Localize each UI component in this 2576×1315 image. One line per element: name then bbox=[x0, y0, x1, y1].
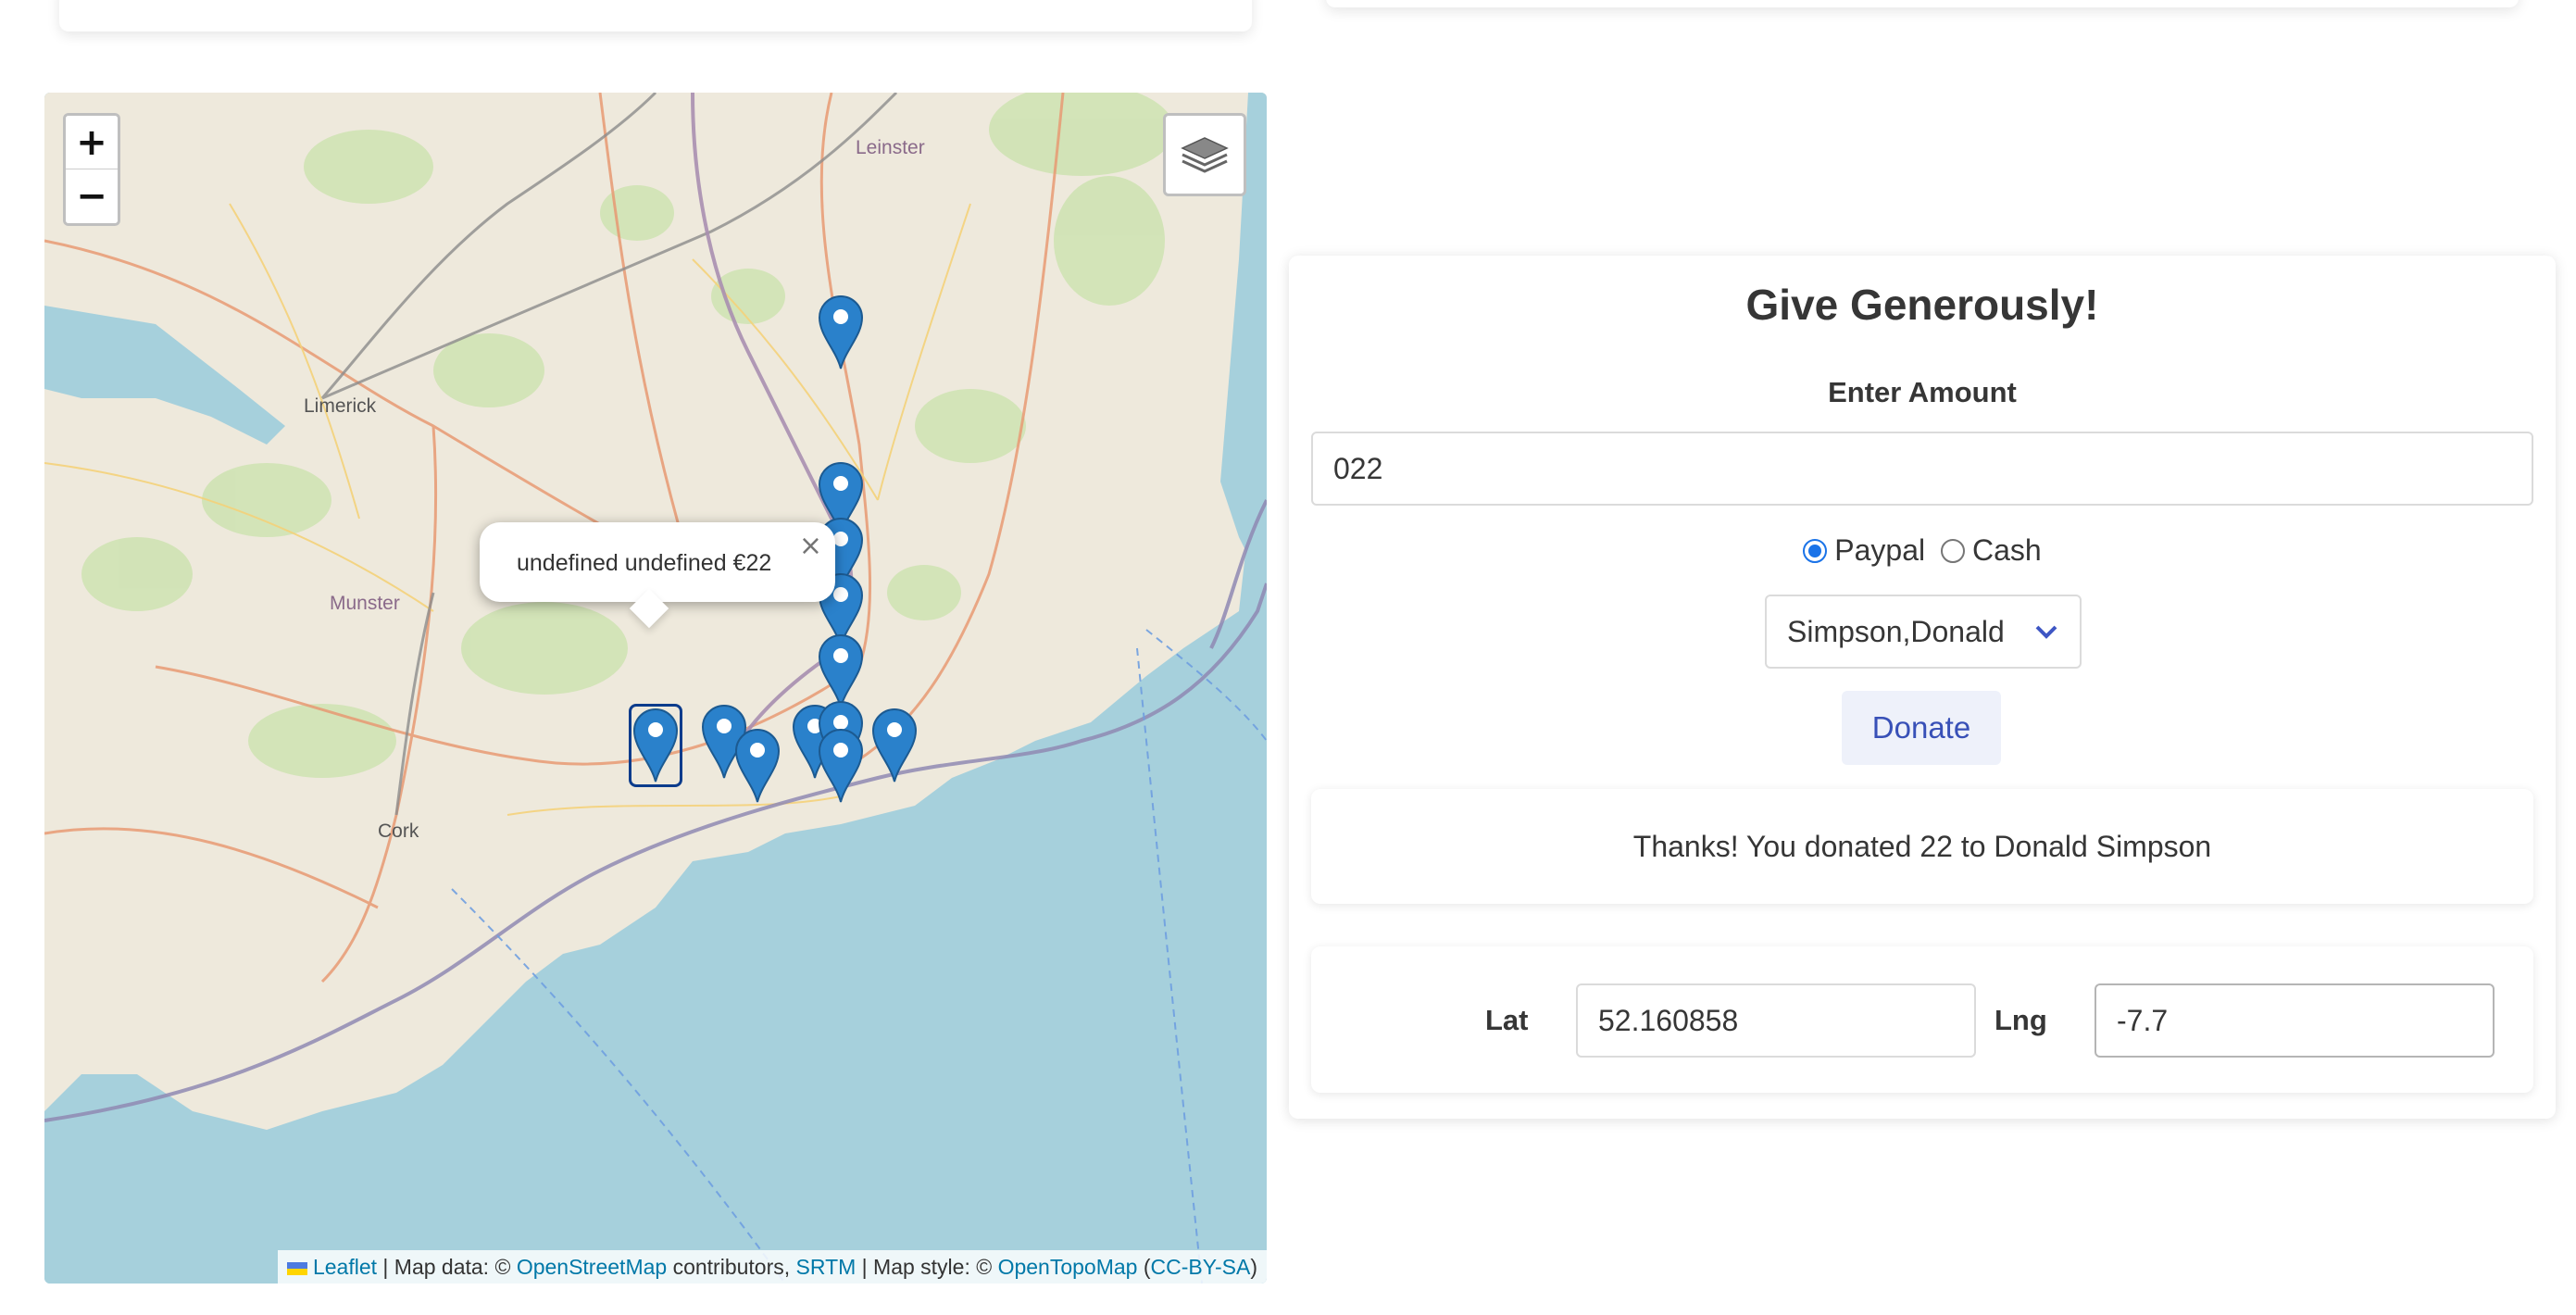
payment-method-group: Paypal Cash bbox=[1289, 533, 2556, 570]
radio-cash[interactable] bbox=[1941, 538, 1966, 563]
map-marker[interactable] bbox=[871, 708, 918, 783]
lng-input[interactable] bbox=[2095, 983, 2495, 1058]
ukraine-flag-icon bbox=[286, 1261, 307, 1275]
place-label-cork: Cork bbox=[378, 820, 419, 842]
map-pin-icon bbox=[818, 634, 864, 708]
map-pin-icon bbox=[818, 295, 864, 369]
layers-icon bbox=[1181, 137, 1229, 173]
coordinates-box: Lat Lng bbox=[1311, 946, 2533, 1093]
attribution-text-4: ( bbox=[1137, 1255, 1151, 1279]
osm-link[interactable]: OpenStreetMap bbox=[517, 1255, 667, 1279]
top-card-right bbox=[1326, 0, 2519, 7]
thanks-message: Thanks! You donated 22 to Donald Simpson bbox=[1311, 789, 2533, 904]
map-tiles: Limerick Munster Cork Leinster bbox=[44, 93, 1267, 1284]
amount-label: Enter Amount bbox=[1828, 376, 2017, 408]
radio-paypal[interactable] bbox=[1803, 538, 1828, 563]
zoom-in-button[interactable]: + bbox=[66, 116, 118, 169]
top-card-left bbox=[59, 0, 1252, 31]
popup-close-button[interactable]: × bbox=[799, 530, 822, 562]
zoom-out-button[interactable]: − bbox=[66, 169, 118, 223]
opentopomap-link[interactable]: OpenTopoMap bbox=[998, 1255, 1138, 1279]
popup-content: undefined undefined €22 bbox=[517, 550, 772, 576]
lat-label: Lat bbox=[1485, 1004, 1529, 1036]
map-pin-icon bbox=[734, 729, 781, 803]
payment-option-label: Cash bbox=[1972, 533, 2042, 567]
cc-by-sa-link[interactable]: CC-BY-SA bbox=[1151, 1255, 1251, 1279]
map-pin-icon bbox=[871, 708, 918, 783]
map-marker[interactable] bbox=[818, 633, 864, 709]
page-title: Give Generously! bbox=[1745, 281, 2099, 329]
lng-label: Lng bbox=[1995, 1004, 2047, 1036]
attribution-text-2: contributors, bbox=[667, 1255, 796, 1279]
map-pin-icon bbox=[632, 708, 679, 783]
map-marker[interactable] bbox=[629, 704, 682, 787]
attribution-text-3: | Map style: © bbox=[856, 1255, 998, 1279]
layers-toggle-button[interactable] bbox=[1163, 113, 1246, 196]
map-container[interactable]: Limerick Munster Cork Leinster + − undef… bbox=[44, 93, 1267, 1284]
place-label-limerick: Limerick bbox=[304, 395, 377, 417]
lat-input[interactable] bbox=[1576, 983, 1976, 1058]
map-attribution: Leaflet | Map data: © OpenStreetMap cont… bbox=[277, 1250, 1267, 1284]
candidate-select[interactable]: Simpson,Donald bbox=[1765, 595, 2082, 669]
payment-option-label: Paypal bbox=[1834, 533, 1926, 567]
attribution-text-5: ) bbox=[1250, 1255, 1257, 1279]
map-pin-icon bbox=[818, 729, 864, 803]
map-marker[interactable] bbox=[734, 728, 781, 804]
place-label-munster: Munster bbox=[330, 593, 400, 614]
chevron-down-icon bbox=[2035, 625, 2057, 639]
map-marker[interactable] bbox=[818, 294, 864, 370]
amount-input[interactable] bbox=[1311, 432, 2533, 506]
attribution-text-1: | Map data: © bbox=[377, 1255, 517, 1279]
leaflet-link[interactable]: Leaflet bbox=[313, 1255, 377, 1279]
payment-option-cash[interactable]: Cash bbox=[1941, 533, 2042, 568]
zoom-control: + − bbox=[63, 113, 120, 226]
donate-button[interactable]: Donate bbox=[1842, 691, 2001, 765]
map-marker[interactable] bbox=[818, 728, 864, 804]
srtm-link[interactable]: SRTM bbox=[796, 1255, 857, 1279]
payment-option-paypal[interactable]: Paypal bbox=[1803, 533, 1925, 568]
place-label-leinster: Leinster bbox=[856, 137, 925, 158]
donate-panel: Give Generously! Enter Amount Paypal Cas… bbox=[1289, 256, 2556, 1119]
marker-popup: undefined undefined €22 × bbox=[480, 522, 835, 629]
candidate-select-value: Simpson,Donald bbox=[1787, 614, 2005, 648]
